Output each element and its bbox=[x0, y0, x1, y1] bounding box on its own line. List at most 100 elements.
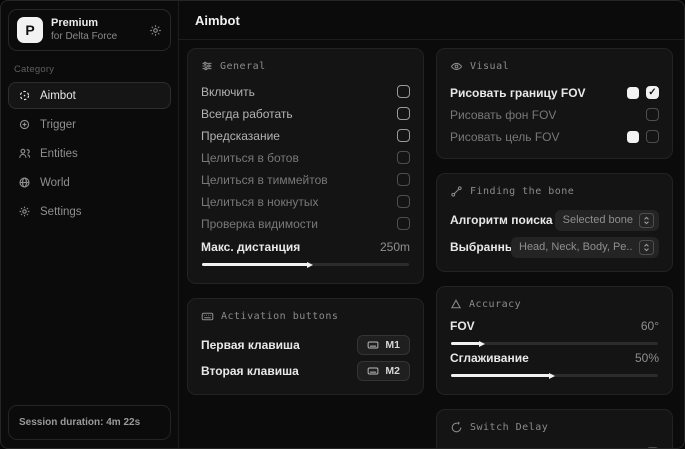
slider-fill bbox=[451, 374, 550, 377]
main-header: Aimbot bbox=[179, 1, 684, 40]
accuracy-card: Accuracy FOV 60° Сглаживание bbox=[436, 286, 673, 395]
toggle-label: Задержка переключения bbox=[450, 447, 588, 449]
checkbox[interactable] bbox=[397, 129, 410, 142]
sidebar-item-label: Trigger bbox=[40, 119, 76, 131]
checkbox[interactable] bbox=[397, 173, 410, 186]
brand-text: Premium for Delta Force bbox=[51, 17, 141, 43]
bone-row: Выбранные кос Head, Neck, Body, Pe... bbox=[450, 234, 659, 260]
selector-icon bbox=[639, 213, 654, 228]
refresh-icon bbox=[450, 421, 463, 434]
visual-label: Рисовать границу FOV bbox=[450, 86, 586, 100]
content: General Включить Всегда работать Предска… bbox=[179, 40, 684, 448]
max-distance-slider[interactable] bbox=[202, 263, 409, 266]
toggle-label: Всегда работать bbox=[201, 107, 293, 121]
slider-value: 250m bbox=[380, 240, 410, 254]
toggle-label: Включить bbox=[201, 85, 255, 99]
keybind-key: M1 bbox=[385, 339, 400, 351]
smoothing-slider[interactable] bbox=[451, 374, 658, 377]
toggle-row: Проверка видимости bbox=[201, 213, 410, 234]
globe-icon bbox=[18, 176, 31, 189]
checkbox[interactable] bbox=[397, 217, 410, 230]
triangle-icon bbox=[450, 298, 462, 310]
left-column: General Включить Всегда работать Предска… bbox=[187, 48, 424, 440]
section-title: Finding the bone bbox=[470, 186, 574, 197]
checkbox[interactable] bbox=[397, 107, 410, 120]
bone-label: Выбранные кос bbox=[450, 240, 511, 254]
keybind-label: Первая клавиша bbox=[201, 338, 300, 352]
section-title: Accuracy bbox=[469, 299, 521, 310]
checkbox[interactable] bbox=[646, 130, 659, 143]
toggle-label: Проверка видимости bbox=[201, 217, 318, 231]
accuracy-header: Accuracy bbox=[450, 298, 659, 310]
slider-fill bbox=[202, 263, 308, 266]
color-swatch[interactable] bbox=[627, 87, 639, 99]
visual-row: Рисовать границу FOV ✓ bbox=[450, 82, 659, 103]
toggle-row: Целиться в тиммейтов bbox=[201, 169, 410, 190]
sidebar-item-trigger[interactable]: Trigger bbox=[8, 111, 171, 138]
switch-delay-header: Switch Delay bbox=[450, 421, 659, 434]
brand-card: P Premium for Delta Force bbox=[8, 9, 171, 51]
toggle-row: Предсказание bbox=[201, 125, 410, 146]
sidebar-item-label: Entities bbox=[40, 148, 78, 160]
visual-row: Рисовать цель FOV bbox=[450, 126, 659, 147]
slider-value: 60° bbox=[641, 319, 659, 333]
sidebar-item-aimbot[interactable]: Aimbot bbox=[8, 82, 171, 109]
page-title: Aimbot bbox=[195, 13, 668, 28]
keyboard-icon bbox=[201, 310, 214, 323]
checkbox[interactable] bbox=[397, 151, 410, 164]
toggle-label: Целиться в нокнутых bbox=[201, 195, 318, 209]
sidebar-item-label: World bbox=[40, 177, 70, 189]
sidebar-item-label: Aimbot bbox=[40, 90, 76, 102]
checkbox[interactable] bbox=[397, 195, 410, 208]
keybind-row: Первая клавиша M1 bbox=[201, 332, 410, 357]
sidebar-item-entities[interactable]: Entities bbox=[8, 140, 171, 167]
checkbox[interactable] bbox=[397, 85, 410, 98]
section-title: General bbox=[220, 61, 266, 72]
keybind-button-m2[interactable]: M2 bbox=[357, 361, 410, 381]
session-duration: Session duration: 4m 22s bbox=[8, 405, 171, 440]
eye-icon bbox=[450, 60, 463, 73]
keybind-label: Вторая клавиша bbox=[201, 364, 299, 378]
visual-label: Рисовать фон FOV bbox=[450, 108, 556, 122]
general-header: General bbox=[201, 60, 410, 72]
checkbox[interactable] bbox=[646, 108, 659, 121]
bone-row: Алгоритм поиска кост Selected bone bbox=[450, 207, 659, 233]
settings-gear-icon bbox=[18, 205, 31, 218]
toggle-label: Целиться в тиммейтов bbox=[201, 173, 328, 187]
people-icon bbox=[18, 147, 31, 160]
smoothing-control: Сглаживание 50% bbox=[450, 351, 659, 377]
keybind-button-m1[interactable]: M1 bbox=[357, 335, 410, 355]
checkbox-checked[interactable]: ✓ bbox=[646, 86, 659, 99]
keybind-key: M2 bbox=[385, 365, 400, 377]
right-column: Visual Рисовать границу FOV ✓ Рисовать ф… bbox=[436, 48, 673, 440]
toggle-label: Предсказание bbox=[201, 129, 280, 143]
dropdown-value: Head, Neck, Body, Pe... bbox=[519, 241, 633, 253]
bone-label: Алгоритм поиска кост bbox=[450, 213, 555, 227]
bone-algorithm-dropdown[interactable]: Selected bone bbox=[555, 210, 659, 231]
sidebar-item-label: Settings bbox=[40, 206, 82, 218]
brand-logo: P bbox=[17, 17, 43, 43]
visual-header: Visual bbox=[450, 60, 659, 73]
section-title: Visual bbox=[470, 61, 509, 72]
fov-control: FOV 60° bbox=[450, 319, 659, 345]
fov-slider[interactable] bbox=[451, 342, 658, 345]
category-label: Category bbox=[14, 64, 171, 75]
general-card: General Включить Всегда работать Предска… bbox=[187, 48, 424, 284]
dropdown-value: Selected bone bbox=[563, 214, 633, 226]
slider-label: Сглаживание bbox=[450, 351, 529, 365]
sidebar-item-settings[interactable]: Settings bbox=[8, 198, 171, 225]
activation-header: Activation buttons bbox=[201, 310, 410, 323]
color-swatch[interactable] bbox=[627, 131, 639, 143]
toggle-row: Задержка переключения bbox=[450, 443, 659, 448]
selected-bones-dropdown[interactable]: Head, Neck, Body, Pe... bbox=[511, 237, 659, 258]
activation-card: Activation buttons Первая клавиша M1 bbox=[187, 298, 424, 395]
checkbox[interactable] bbox=[646, 447, 659, 448]
toggle-row: Целиться в ботов bbox=[201, 147, 410, 168]
section-title: Activation buttons bbox=[221, 311, 338, 322]
section-title: Switch Delay bbox=[470, 422, 548, 433]
main-area: Aimbot G bbox=[179, 1, 684, 448]
gear-icon[interactable] bbox=[149, 24, 162, 37]
app-window: P Premium for Delta Force Category bbox=[0, 0, 685, 449]
sidebar-item-world[interactable]: World bbox=[8, 169, 171, 196]
bone-header: Finding the bone bbox=[450, 185, 659, 198]
